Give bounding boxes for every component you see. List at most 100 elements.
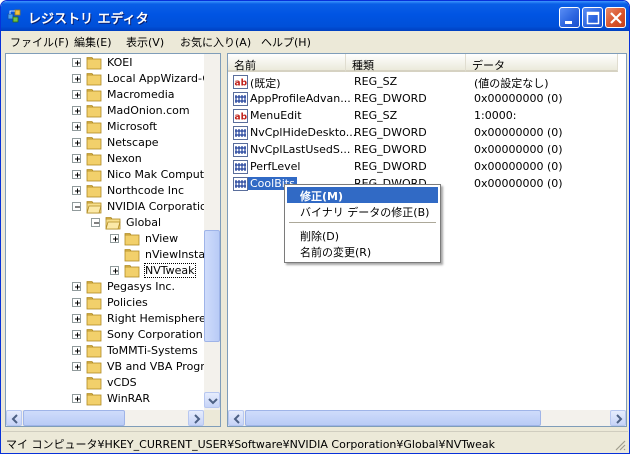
tree-item[interactable]: NVTweak xyxy=(6,263,202,279)
tree-item[interactable]: Netscape xyxy=(6,135,202,151)
list-scroll-right-button[interactable] xyxy=(610,410,626,426)
tree-item-label: MadOnion.com xyxy=(107,104,190,117)
folder-icon xyxy=(86,185,102,198)
maximize-icon xyxy=(586,11,600,25)
tree-expand-icon[interactable] xyxy=(72,122,81,131)
tree-scroll-left-button[interactable] xyxy=(6,410,22,426)
tree-item[interactable]: Nexon xyxy=(6,151,202,167)
tree-item-label: Northcode Inc xyxy=(107,184,185,197)
tree-item[interactable]: Sony Corporation xyxy=(6,327,203,343)
tree-item[interactable]: Microsoft xyxy=(6,119,202,135)
context-menu-modify-binary[interactable]: バイナリ データの修正(B) xyxy=(287,203,438,219)
list-row[interactable]: NvCplLastUsedS... REG_DWORD 0x00000000 (0) xyxy=(228,142,618,159)
tree-item[interactable]: Policies xyxy=(6,295,202,311)
tree-item[interactable]: Pegasys Inc. xyxy=(6,279,202,295)
close-button[interactable] xyxy=(605,7,626,28)
list-row[interactable]: AppProfileAdvan... REG_DWORD 0x00000000 (0… xyxy=(228,91,618,108)
tree-item[interactable]: vCDS xyxy=(6,375,202,391)
tree-expand-icon[interactable] xyxy=(72,362,81,371)
tree-expand-icon[interactable] xyxy=(72,330,81,339)
menu-file[interactable]: ファイル(F) xyxy=(10,34,69,50)
chevron-right-icon xyxy=(616,414,623,424)
column-header-type[interactable]: 種類 xyxy=(346,54,466,72)
tree-item[interactable]: KOEI xyxy=(6,55,202,71)
tree-item[interactable]: nViewInsta xyxy=(6,247,205,263)
folder-icon xyxy=(124,233,140,246)
column-header-name[interactable]: 名前 xyxy=(228,54,346,72)
folder-icon xyxy=(124,265,140,278)
tree-expand-icon[interactable] xyxy=(72,314,81,323)
value-data: 0x00000000 (0) xyxy=(474,177,563,190)
tree-item[interactable]: MadOnion.com xyxy=(6,103,202,119)
key-tree-pane[interactable]: KOEI Local AppWizard-G Macromedia MadOnion.… xyxy=(5,53,221,427)
svg-text:ab: ab xyxy=(235,113,248,123)
tree-item[interactable]: Northcode Inc xyxy=(6,183,202,199)
tree-expand-icon[interactable] xyxy=(72,282,81,291)
string-value-icon: ab xyxy=(233,75,248,89)
list-row[interactable]: ab (既定) REG_SZ (値の設定なし) xyxy=(228,74,618,91)
tree-expand-icon[interactable] xyxy=(110,234,119,243)
tree-scroll-right-button[interactable] xyxy=(188,410,204,426)
minimize-button[interactable] xyxy=(559,7,580,28)
list-row[interactable]: PerfLevel REG_DWORD 0x00000000 (0) xyxy=(228,159,618,176)
tree-item-label: NVTweak xyxy=(144,263,196,278)
maximize-button[interactable] xyxy=(582,7,603,28)
tree-item[interactable]: Local AppWizard-G xyxy=(6,71,211,87)
menu-view[interactable]: 表示(V) xyxy=(126,34,164,50)
tree-item-label: Netscape xyxy=(107,136,159,149)
tree-expand-icon[interactable] xyxy=(72,346,81,355)
context-menu-rename[interactable]: 名前の変更(R) xyxy=(287,243,438,259)
folder-icon xyxy=(86,329,102,342)
context-menu-separator xyxy=(289,222,436,223)
tree-collapse-icon[interactable] xyxy=(72,202,81,211)
tree-expand-icon[interactable] xyxy=(72,74,81,83)
list-row[interactable]: ab MenuEdit REG_SZ 1:0000: xyxy=(228,108,618,125)
tree-vertical-scrollbar[interactable] xyxy=(204,54,220,410)
tree-horizontal-scrollbar[interactable] xyxy=(6,410,204,426)
tree-item[interactable]: VB and VBA Progr xyxy=(6,359,205,375)
tree-item[interactable]: ToMMTi-Systems xyxy=(6,343,202,359)
context-menu-delete[interactable]: 削除(D) xyxy=(287,227,438,243)
tree-expand-icon[interactable] xyxy=(110,266,119,275)
tree-item-label: Nexon xyxy=(107,152,142,165)
tree-expand-icon[interactable] xyxy=(72,138,81,147)
value-name: (既定) xyxy=(250,77,281,90)
tree-item-label: WinRAR xyxy=(107,392,151,405)
title-bar[interactable]: レジストリ エディタ xyxy=(1,1,629,31)
tree-expand-icon[interactable] xyxy=(72,90,81,99)
value-data: (値の設定なし) xyxy=(474,77,549,90)
binary-value-icon xyxy=(233,126,248,140)
tree-expand-icon[interactable] xyxy=(72,58,81,67)
tree-scroll-thumb[interactable] xyxy=(204,230,220,342)
tree-expand-icon[interactable] xyxy=(72,170,81,179)
tree-item[interactable]: Right Hemisphere xyxy=(6,311,206,327)
tree-expand-icon[interactable] xyxy=(72,394,81,403)
menu-bar: ファイル(F) 編集(E) 表示(V) お気に入り(A) ヘルプ(H) xyxy=(2,31,628,51)
tree-expand-icon[interactable] xyxy=(72,154,81,163)
list-hscroll-thumb[interactable] xyxy=(245,410,541,426)
tree-collapse-icon[interactable] xyxy=(91,218,100,227)
resize-grip-icon[interactable] xyxy=(614,439,626,451)
list-row[interactable]: NvCplHideDeskto... REG_DWORD 0x00000000 (0… xyxy=(228,125,618,142)
column-header-data[interactable]: データ xyxy=(466,54,618,72)
tree-hscroll-thumb[interactable] xyxy=(23,410,125,426)
tree-expand-icon[interactable] xyxy=(72,106,81,115)
tree-scroll-down-button[interactable] xyxy=(204,392,220,408)
tree-item-label: Sony Corporation xyxy=(107,328,203,341)
list-horizontal-scrollbar[interactable] xyxy=(228,410,626,426)
tree-item[interactable]: nView xyxy=(6,231,202,247)
menu-edit[interactable]: 編集(E) xyxy=(74,34,112,50)
list-scroll-left-button[interactable] xyxy=(228,410,244,426)
tree-item[interactable]: Macromedia xyxy=(6,87,202,103)
tree-expand-icon[interactable] xyxy=(72,186,81,195)
tree-item[interactable]: WinRAR xyxy=(6,391,202,407)
tree-item[interactable]: NVIDIA Corporatio xyxy=(6,199,207,215)
tree-item-label: Global xyxy=(126,216,162,229)
context-menu-modify[interactable]: 修正(M) xyxy=(287,187,438,203)
tree-expand-icon[interactable] xyxy=(72,298,81,307)
tree-item[interactable]: Nico Mak Computin xyxy=(6,167,214,183)
menu-favorites[interactable]: お気に入り(A) xyxy=(180,34,251,50)
tree-item-label: KOEI xyxy=(107,56,133,69)
tree-item[interactable]: Global xyxy=(6,215,202,231)
menu-help[interactable]: ヘルプ(H) xyxy=(261,34,311,50)
